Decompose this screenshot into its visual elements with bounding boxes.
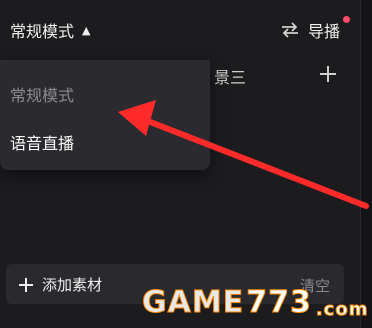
guide-button[interactable]: 导播 bbox=[280, 18, 340, 42]
scene-tab[interactable]: 景三 bbox=[214, 64, 246, 88]
mode-selector-label: 常规模式 bbox=[10, 22, 75, 41]
watermark-main: GAME bbox=[141, 285, 245, 321]
notification-dot bbox=[343, 16, 350, 23]
watermark-number: 773 bbox=[246, 285, 312, 321]
mode-dropdown: 常规模式 语音直播 bbox=[0, 60, 210, 170]
add-material-label: 添加素材 bbox=[42, 276, 103, 294]
swap-icon bbox=[281, 22, 298, 38]
plus-icon bbox=[19, 277, 33, 292]
add-scene-icon[interactable] bbox=[318, 64, 338, 84]
watermark-dotcom: .com bbox=[315, 299, 369, 321]
mode-selector[interactable]: 常规模式 ▲ bbox=[10, 18, 90, 42]
dropdown-item-voice-live[interactable]: 语音直播 bbox=[10, 130, 74, 154]
caret-up-icon: ▲ bbox=[82, 23, 91, 37]
dropdown-item-normal-mode[interactable]: 常规模式 bbox=[10, 82, 74, 106]
add-material-button[interactable]: 添加素材 bbox=[18, 274, 102, 295]
guide-button-label: 导播 bbox=[307, 22, 340, 41]
watermark-logo: GAME 773 .com bbox=[141, 285, 369, 321]
live-panel: 常规模式 ▲ 导播 景三 常规模式 语音直播 添加素材 清空 bbox=[0, 0, 361, 328]
